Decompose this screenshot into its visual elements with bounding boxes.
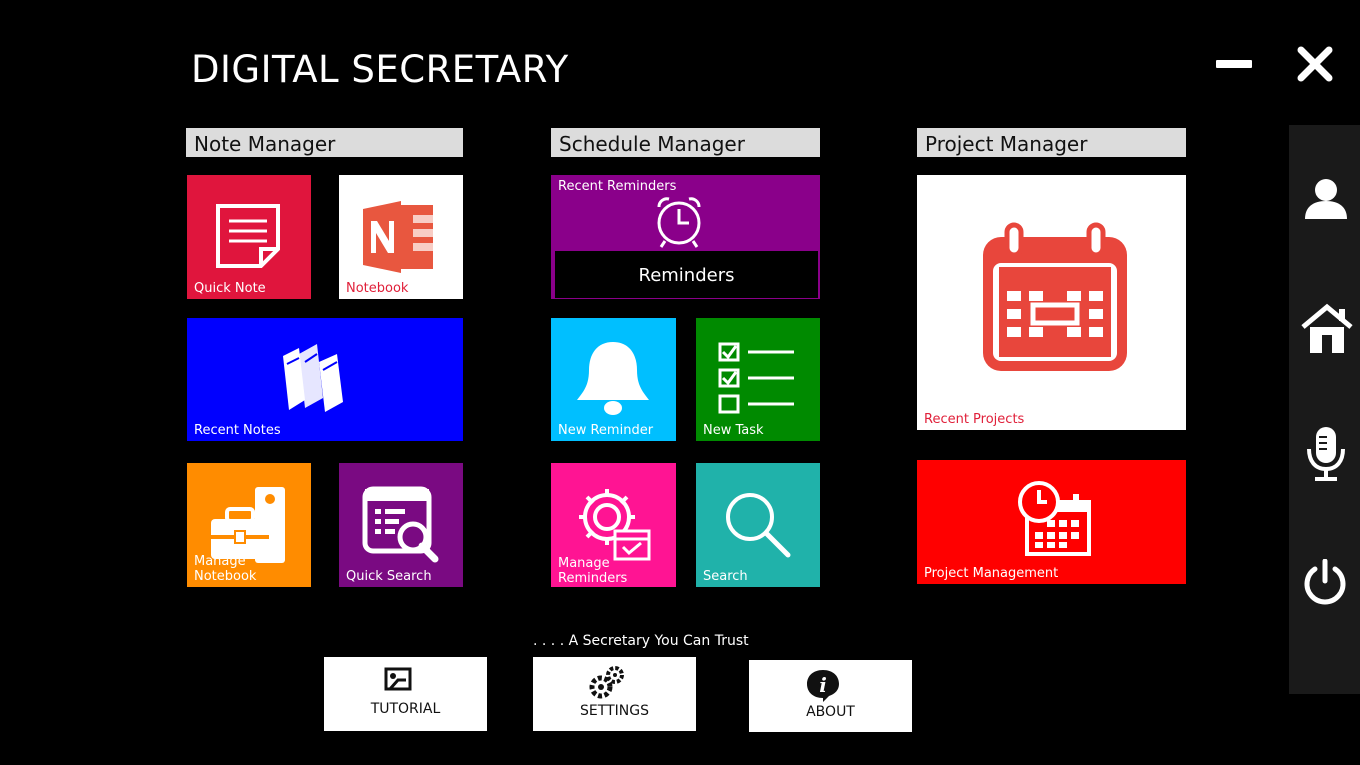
about-label: ABOUT — [806, 704, 855, 720]
new-task-tile[interactable]: New Task — [696, 318, 820, 441]
sidebar — [1289, 125, 1360, 694]
sidebar-item-power[interactable] — [1289, 553, 1360, 613]
clock-calendar-icon — [1018, 481, 1091, 556]
gear-calendar-icon — [579, 489, 651, 561]
sidebar-item-home[interactable] — [1289, 297, 1360, 357]
project-management-label: Project Management — [924, 566, 1059, 581]
tutorial-button[interactable]: TUTORIAL — [324, 657, 487, 731]
close-icon[interactable] — [1295, 44, 1335, 84]
quick-note-label: Quick Note — [194, 281, 266, 296]
microphone-icon — [1307, 427, 1345, 481]
app-title: DIGITAL SECRETARY — [191, 48, 569, 91]
settings-button[interactable]: SETTINGS — [533, 657, 696, 731]
recent-notes-label: Recent Notes — [194, 423, 281, 438]
search-icon — [726, 493, 791, 558]
recent-reminders-tile[interactable]: Recent Reminders Reminders — [551, 175, 820, 299]
new-reminder-tile[interactable]: New Reminder — [551, 318, 676, 441]
recent-reminders-label: Recent Reminders — [558, 179, 677, 194]
toolbox-icon — [211, 487, 285, 563]
project-manager-header: Project Manager — [917, 128, 1186, 157]
recent-projects-tile[interactable]: Recent Projects — [917, 175, 1186, 430]
quick-search-label: Quick Search — [346, 569, 432, 584]
settings-label: SETTINGS — [580, 703, 649, 719]
notebook-label: Notebook — [346, 281, 409, 296]
manage-notebook-label: Manage Notebook — [194, 554, 257, 584]
svg-text:i: i — [819, 673, 827, 697]
manage-notebook-tile[interactable]: Manage Notebook — [187, 463, 311, 587]
sidebar-item-user[interactable] — [1289, 167, 1360, 227]
search-tile[interactable]: Search — [696, 463, 820, 587]
minimize-icon[interactable] — [1216, 60, 1252, 68]
schedule-manager-header: Schedule Manager — [551, 128, 820, 157]
sidebar-item-microphone[interactable] — [1289, 419, 1360, 481]
quick-note-tile[interactable]: Quick Note — [187, 175, 311, 299]
note-icon — [216, 204, 280, 268]
quick-search-tile[interactable]: Quick Search — [339, 463, 463, 587]
books-icon — [283, 344, 343, 412]
new-reminder-label: New Reminder — [558, 423, 654, 438]
power-icon — [1304, 559, 1346, 605]
user-icon — [1305, 179, 1347, 219]
recent-projects-label: Recent Projects — [924, 412, 1025, 427]
search-document-icon — [362, 486, 439, 563]
new-task-label: New Task — [703, 423, 764, 438]
onenote-icon — [363, 201, 433, 273]
info-icon: i — [807, 670, 839, 702]
gears-icon — [589, 666, 624, 699]
tagline: . . . . A Secretary You Can Trust — [533, 633, 749, 649]
home-icon — [1301, 303, 1353, 353]
tutorial-label: TUTORIAL — [370, 701, 441, 717]
reminders-panel[interactable]: Reminders — [555, 251, 818, 298]
recent-notes-tile[interactable]: Recent Notes — [187, 318, 463, 441]
bell-icon — [577, 342, 649, 415]
search-label: Search — [703, 569, 748, 584]
note-manager-header: Note Manager — [186, 128, 463, 157]
manage-reminders-label: Manage Reminders — [558, 556, 628, 586]
presentation-icon — [384, 667, 412, 691]
reminders-sub-label: Reminders — [638, 265, 735, 286]
manage-reminders-tile[interactable]: Manage Reminders — [551, 463, 676, 587]
alarm-clock-icon — [657, 197, 701, 248]
project-management-tile[interactable]: Project Management — [917, 460, 1186, 584]
calendar-icon — [983, 222, 1127, 371]
notebook-tile[interactable]: Notebook — [339, 175, 463, 299]
about-button[interactable]: i ABOUT — [749, 660, 912, 732]
checklist-icon — [718, 342, 794, 414]
